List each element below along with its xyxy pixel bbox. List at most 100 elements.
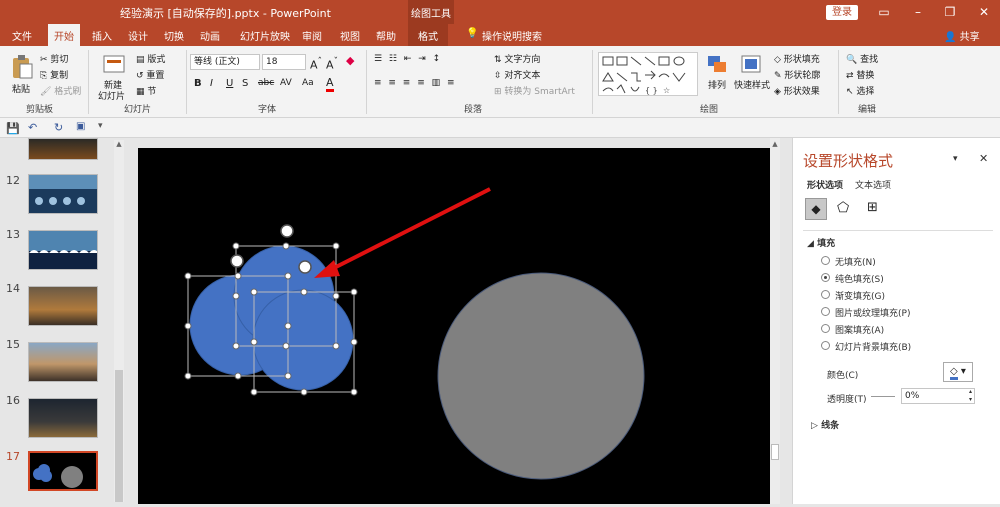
fill-option-label: 幻灯片背景填充(B) [835, 343, 912, 353]
tell-me-search[interactable]: 操作说明搜索 [482, 28, 542, 43]
pane-close-icon[interactable]: ✕ [979, 152, 988, 165]
spinner-icon[interactable]: ▴ ▾ [969, 388, 972, 404]
undo-icon[interactable]: ↶ [28, 121, 37, 134]
new-slide-icon[interactable] [102, 52, 126, 74]
smartart-button[interactable]: ⊞ 转换为 SmartArt [494, 84, 575, 97]
radio-background-fill[interactable] [821, 341, 830, 350]
share-button[interactable]: 👤 共享 [944, 28, 980, 43]
tab-shape-options[interactable]: 形状选项 [807, 178, 843, 191]
clear-format-icon[interactable]: ◆ [346, 54, 354, 67]
tab-transitions[interactable]: 切换 [164, 28, 184, 43]
slide-thumbnail[interactable] [28, 174, 98, 214]
restore-icon[interactable]: ❐ [942, 4, 958, 20]
scroll-up-icon[interactable]: ▲ [771, 140, 779, 150]
transparency-slider[interactable] [871, 396, 895, 397]
find-button[interactable]: 🔍 查找 [846, 52, 878, 65]
shape-effects-button[interactable]: ◈ 形状效果 [774, 84, 820, 97]
format-painter-button[interactable]: 🖌 格式刷 [40, 84, 81, 97]
font-size-box[interactable]: 18 [262, 54, 306, 70]
layout-button[interactable]: ▤ 版式 [136, 52, 165, 65]
tab-review[interactable]: 审阅 [302, 28, 322, 43]
change-case-button[interactable]: Aa [302, 78, 314, 88]
font-color-button[interactable]: A [326, 76, 334, 92]
replace-button[interactable]: ⇄ 替换 [846, 68, 874, 81]
radio-gradient-fill[interactable] [821, 290, 830, 299]
tab-animations[interactable]: 动画 [200, 28, 220, 43]
grow-font-icon[interactable]: Aˆ [310, 56, 322, 72]
shrink-font-icon[interactable]: Aˇ [326, 56, 338, 72]
minimize-icon[interactable]: – [910, 4, 926, 20]
radio-pattern-fill[interactable] [821, 324, 830, 333]
blue-circle-right[interactable] [252, 289, 354, 391]
transparency-input[interactable]: 0% [901, 388, 975, 404]
select-button[interactable]: ↖ 选择 [846, 84, 874, 97]
radio-solid-fill[interactable] [821, 273, 830, 282]
slide-thumbnail[interactable] [28, 398, 98, 438]
cut-button[interactable]: ✂ 剪切 [40, 52, 68, 65]
copy-button[interactable]: ⎘ 复制 [40, 68, 68, 81]
radio-picture-fill[interactable] [821, 307, 830, 316]
tab-insert[interactable]: 插入 [92, 28, 112, 43]
tab-view[interactable]: 视图 [340, 28, 360, 43]
login-button[interactable]: 登录 [826, 5, 858, 20]
strikethrough-button[interactable]: abc [258, 78, 274, 88]
slide-thumbnail[interactable] [28, 286, 98, 326]
canvas-scrollbar[interactable]: ▲ [770, 138, 780, 504]
slide-thumbnail-selected[interactable] [28, 451, 98, 491]
scroll-thumb[interactable] [771, 444, 779, 460]
pane-options-icon[interactable]: ▾ [953, 154, 958, 164]
tab-format[interactable]: 格式 [408, 24, 448, 46]
paste-button[interactable]: 粘贴 [12, 82, 30, 95]
slide[interactable] [138, 148, 772, 504]
quick-styles-button[interactable]: 快速样式 [734, 78, 770, 91]
effects-pentagon-icon[interactable]: ⬠ [837, 200, 849, 216]
arrange-button[interactable]: 排列 [708, 78, 726, 91]
shapes-gallery[interactable]: { } ☆ [598, 52, 698, 96]
shape-fill-button[interactable]: ◇ 形状填充 [774, 52, 820, 65]
bold-button[interactable]: B [194, 78, 202, 89]
tab-home[interactable]: 开始 [48, 24, 80, 46]
color-picker-button[interactable]: ◇ ▾ [943, 362, 973, 382]
quick-styles-icon[interactable] [740, 54, 764, 76]
copy-label: 复制 [50, 71, 69, 81]
save-icon[interactable]: 💾 [6, 122, 20, 135]
slide-thumbnail[interactable] [28, 342, 98, 382]
section-line-toggle[interactable]: ▷ 线条 [811, 418, 839, 431]
scroll-thumb[interactable] [115, 370, 123, 502]
char-spacing-button[interactable]: AV [280, 78, 292, 88]
ribbon-display-icon[interactable]: ▭ [876, 4, 892, 20]
redo-icon[interactable]: ↻ [54, 121, 63, 134]
new-slide-label2[interactable]: 幻灯片 [98, 89, 125, 102]
close-icon[interactable]: ✕ [976, 4, 992, 20]
section-button[interactable]: ▦ 节 [136, 84, 156, 97]
thumbnail-scrollbar[interactable]: ▲ [114, 140, 124, 502]
shadow-button[interactable]: S [242, 78, 248, 89]
cursor-icon: ↖ [846, 87, 857, 97]
underline-button[interactable]: U [226, 78, 233, 89]
align-text-button[interactable]: ⇳ 对齐文本 [494, 68, 540, 81]
arrange-icon[interactable] [706, 54, 730, 76]
slide-thumbnail[interactable] [28, 138, 98, 160]
reset-button[interactable]: ↺ 重置 [136, 68, 164, 81]
font-name-box[interactable]: 等线 (正文) [190, 54, 260, 70]
paste-icon[interactable] [10, 54, 34, 79]
italic-button[interactable]: I [210, 78, 213, 89]
list-buttons-icon[interactable]: ☰ ☷ ⇤ ⇥ ↕ [374, 54, 442, 64]
slideshow-icon[interactable]: ▣ [76, 121, 85, 132]
slide-thumbnail[interactable] [28, 230, 98, 270]
gray-circle[interactable] [437, 272, 645, 480]
tab-design[interactable]: 设计 [128, 28, 148, 43]
tab-help[interactable]: 帮助 [376, 28, 396, 43]
radio-no-fill[interactable] [821, 256, 830, 265]
customize-qat-icon[interactable]: ▾ [98, 121, 103, 131]
tab-file[interactable]: 文件 [12, 28, 32, 43]
align-buttons-icon[interactable]: ≡ ≡ ≡ ≡ ▥ ≡ [374, 78, 457, 88]
tab-slideshow[interactable]: 幻灯片放映 [240, 28, 290, 43]
size-properties-icon[interactable]: ⊞ [867, 200, 878, 215]
tab-text-options[interactable]: 文本选项 [855, 178, 891, 191]
shape-outline-button[interactable]: ✎ 形状轮廓 [774, 68, 820, 81]
fill-line-icon[interactable]: ◆ [805, 198, 827, 220]
scroll-up-icon[interactable]: ▲ [115, 140, 123, 150]
text-direction-button[interactable]: ⇅ 文字方向 [494, 52, 540, 65]
section-fill-toggle[interactable]: ◢ 填充 [807, 236, 835, 249]
